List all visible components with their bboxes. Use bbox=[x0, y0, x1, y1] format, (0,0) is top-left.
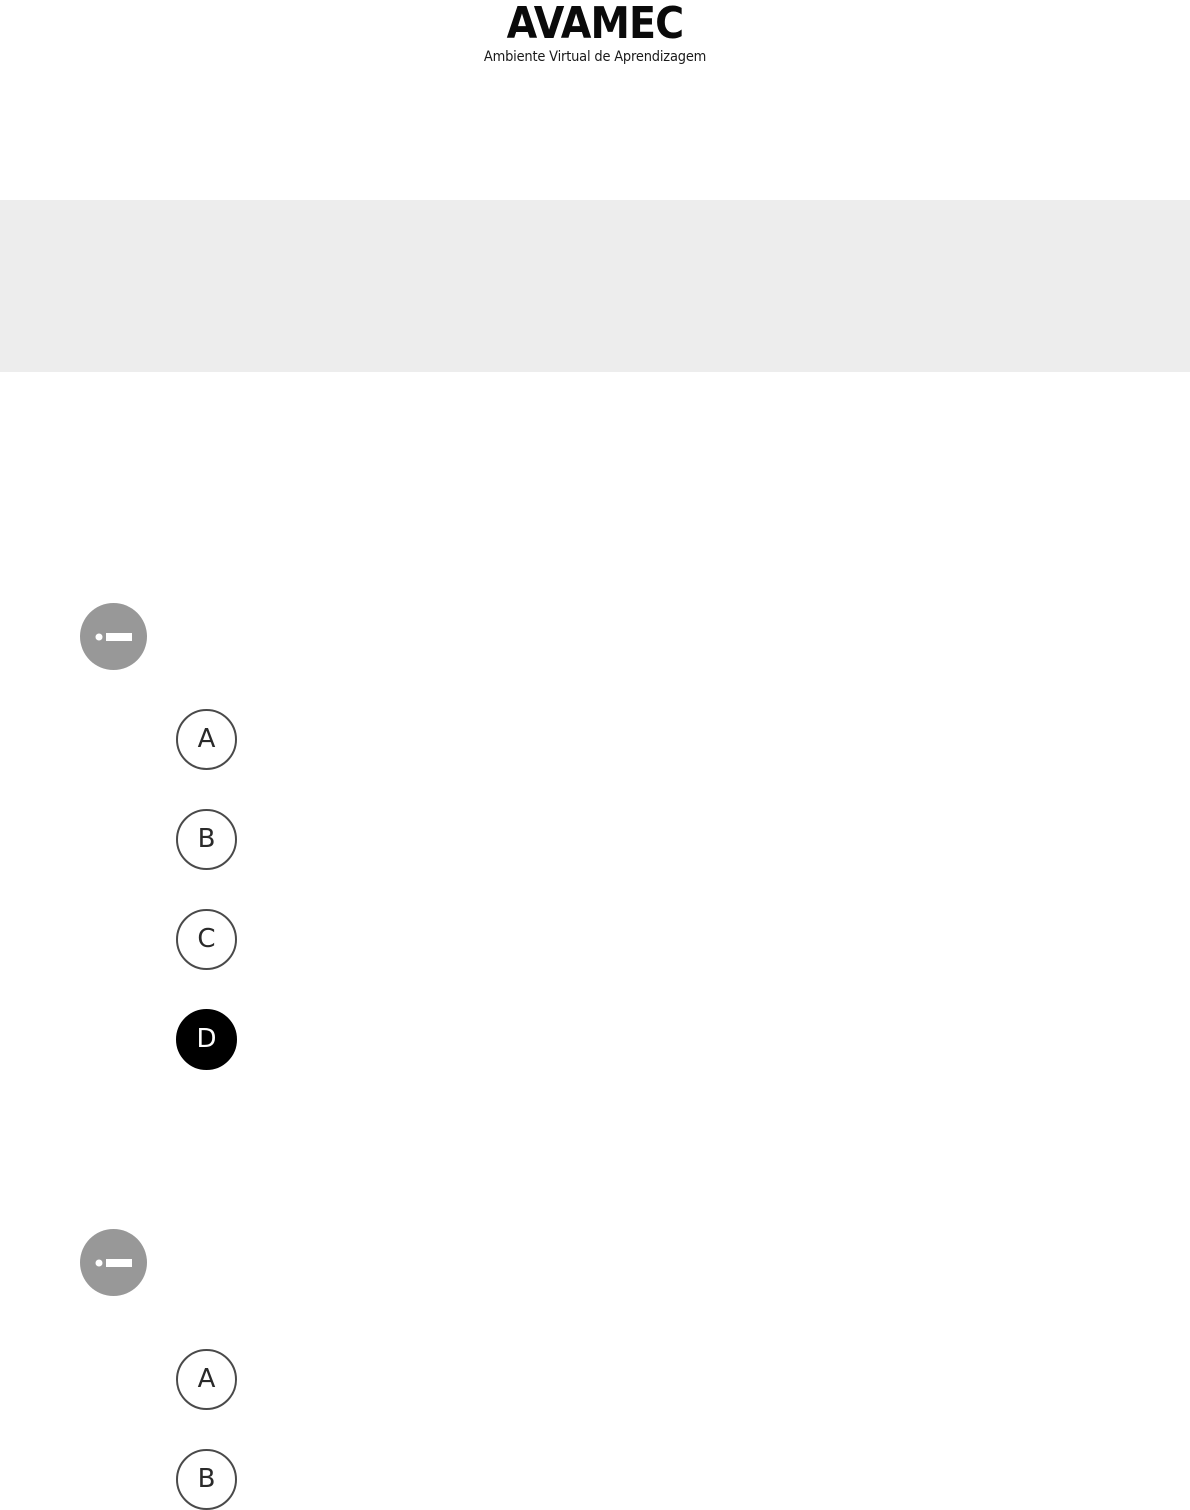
question-2-icon bbox=[80, 1229, 147, 1296]
logo-subtitle: Ambiente Virtual de Aprendizagem bbox=[483, 49, 707, 65]
question-1-option-c[interactable]: C bbox=[176, 909, 237, 970]
site-header: AVAMEC Ambiente Virtual de Aprendizagem bbox=[0, 0, 1190, 80]
question-1-option-b[interactable]: B bbox=[176, 809, 237, 870]
question-2-option-a[interactable]: A bbox=[176, 1349, 237, 1410]
question-1-option-a[interactable]: A bbox=[176, 709, 237, 770]
question-dash-icon bbox=[95, 633, 132, 641]
question-2-option-b[interactable]: B bbox=[176, 1449, 237, 1510]
question-dash-icon bbox=[95, 1259, 132, 1267]
logo-title: AVAMEC bbox=[506, 0, 685, 49]
question-1-icon bbox=[80, 603, 147, 670]
banner-area bbox=[0, 200, 1190, 372]
question-1-option-d[interactable]: D bbox=[176, 1009, 237, 1070]
